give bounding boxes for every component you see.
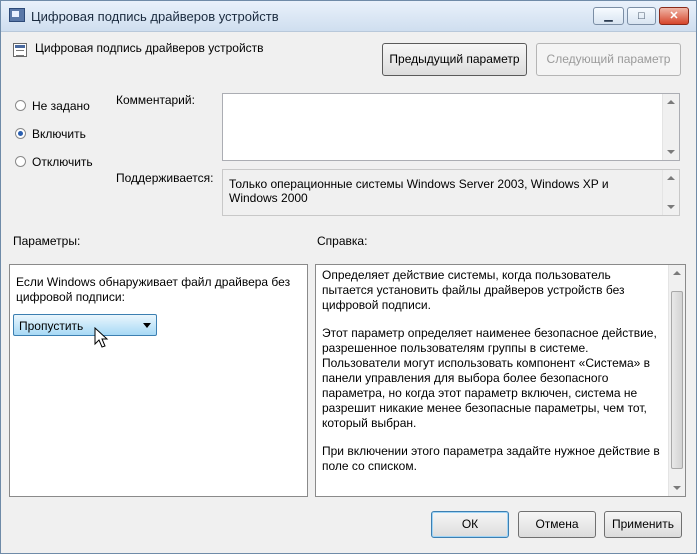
scroll-down-arrow-icon[interactable] xyxy=(667,205,675,209)
scroll-down-arrow-icon[interactable] xyxy=(667,150,675,154)
previous-setting-button[interactable]: Предыдущий параметр xyxy=(382,43,527,76)
help-paragraph: При включении этого параметра задайте ну… xyxy=(322,444,660,473)
help-paragraph: Определяет действие системы, когда польз… xyxy=(322,268,625,312)
policy-app-icon xyxy=(9,8,25,22)
radio-enabled-circle[interactable] xyxy=(15,128,26,140)
supported-label: Поддерживается: xyxy=(116,171,214,185)
policy-dialog-window: Цифровая подпись драйверов устройств ▁ □… xyxy=(0,0,697,554)
comment-label: Комментарий: xyxy=(116,93,195,107)
cancel-button[interactable]: Отмена xyxy=(518,511,596,538)
scroll-up-arrow-icon[interactable] xyxy=(673,271,681,275)
scroll-down-arrow-icon[interactable] xyxy=(673,486,681,490)
radio-disabled-label: Отключить xyxy=(32,154,93,169)
supported-scrollbar[interactable] xyxy=(662,170,679,215)
comment-field[interactable] xyxy=(222,93,680,161)
mouse-cursor-icon xyxy=(94,327,109,348)
unsigned-driver-action-combobox[interactable]: Пропустить xyxy=(13,314,157,336)
close-button[interactable]: ✕ xyxy=(659,7,689,25)
help-scrollbar[interactable] xyxy=(668,265,685,496)
help-section-label: Справка: xyxy=(317,234,368,248)
options-panel: Если Windows обнаруживает файл драйвера … xyxy=(9,264,308,497)
apply-button[interactable]: Применить xyxy=(604,511,682,538)
help-paragraph: Этот параметр определяет наименее безопа… xyxy=(322,326,657,430)
radio-not-configured-label: Не задано xyxy=(32,98,90,113)
help-text: Определяет действие системы, когда польз… xyxy=(322,268,662,487)
ok-button[interactable]: ОК xyxy=(431,511,509,538)
radio-disabled[interactable]: Отключить xyxy=(15,154,93,169)
maximize-icon: □ xyxy=(638,10,645,22)
comment-scrollbar[interactable] xyxy=(662,94,679,160)
scroll-up-arrow-icon[interactable] xyxy=(667,176,675,180)
options-section-label: Параметры: xyxy=(13,234,81,248)
close-icon: ✕ xyxy=(669,10,679,22)
radio-not-configured-circle[interactable] xyxy=(15,100,26,112)
minimize-icon: ▁ xyxy=(604,10,613,22)
radio-disabled-circle[interactable] xyxy=(15,156,26,168)
combobox-selected-value: Пропустить xyxy=(19,319,84,333)
supported-value: Только операционные системы Windows Serv… xyxy=(229,177,609,205)
next-setting-button[interactable]: Следующий параметр xyxy=(536,43,681,76)
dropdown-arrow-icon[interactable] xyxy=(143,323,151,328)
title-bar[interactable]: Цифровая подпись драйверов устройств ▁ □… xyxy=(1,1,696,32)
supported-field[interactable]: Только операционные системы Windows Serv… xyxy=(222,169,680,216)
maximize-button[interactable]: □ xyxy=(627,7,656,25)
radio-not-configured[interactable]: Не задано xyxy=(15,98,90,113)
policy-setting-icon xyxy=(13,43,27,57)
options-description: Если Windows обнаруживает файл драйвера … xyxy=(16,275,291,304)
policy-name: Цифровая подпись драйверов устройств xyxy=(35,41,264,55)
scroll-up-arrow-icon[interactable] xyxy=(667,100,675,104)
minimize-button[interactable]: ▁ xyxy=(593,7,624,25)
window-title: Цифровая подпись драйверов устройств xyxy=(31,9,279,24)
help-scroll-thumb[interactable] xyxy=(671,291,683,469)
radio-enabled-label: Включить xyxy=(32,126,86,141)
radio-enabled[interactable]: Включить xyxy=(15,126,86,141)
help-panel: Определяет действие системы, когда польз… xyxy=(315,264,686,497)
